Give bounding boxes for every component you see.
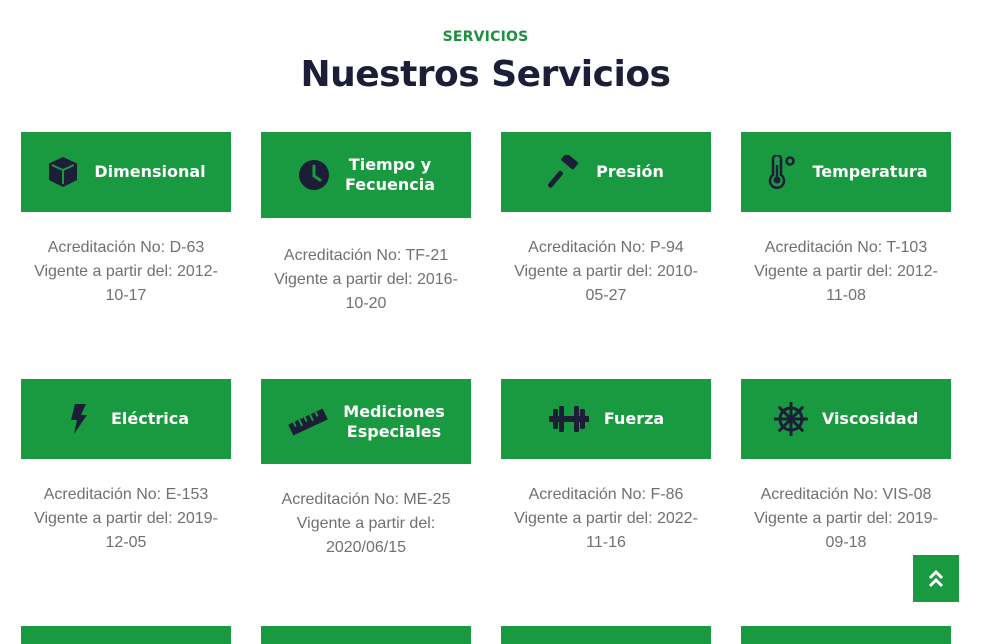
- service-label: Tiempo y Fecuencia: [344, 155, 435, 194]
- service-details: Acreditación No: F-86 Vigente a partir d…: [496, 483, 716, 555]
- valid-from-text: Vigente a partir del:: [296, 515, 436, 532]
- service-button-presion[interactable]: Presión: [501, 132, 711, 212]
- service-button-electrica[interactable]: Eléctrica: [21, 379, 231, 459]
- service-button-temperatura[interactable]: Temperatura: [741, 132, 951, 212]
- service-card-tiempo: Tiempo y Fecuencia Acreditación No: TF-21…: [261, 132, 471, 316]
- valid-from-text: 12-05: [105, 534, 147, 551]
- accreditation-text: Acreditación No: D-63: [47, 239, 205, 256]
- service-label: Presión: [596, 162, 664, 181]
- service-card-dimensional: Dimensional Acreditación No: D-63 Vigent…: [21, 132, 231, 308]
- clock-icon: [297, 158, 331, 192]
- accreditation-text: Acreditación No: T-103: [764, 239, 928, 256]
- service-card-electrica: Eléctrica Acreditación No: E-153 Vigente…: [21, 379, 231, 555]
- valid-from-text: 2020/06/15: [325, 539, 407, 556]
- valid-from-text: 09-18: [825, 534, 867, 551]
- service-details: Acreditación No: P-94 Vigente a partir d…: [496, 236, 716, 308]
- valid-from-text: 10-17: [105, 287, 147, 304]
- service-details: Acreditación No: TF-21 Vigente a partir …: [256, 244, 476, 316]
- service-card-partial[interactable]: [501, 626, 711, 644]
- bolt-icon: [63, 402, 97, 436]
- valid-from-text: Vigente a partir del: 2016-: [274, 271, 458, 288]
- section-eyebrow: SERVICIOS: [442, 29, 529, 45]
- accreditation-text: Acreditación No: E-153: [43, 486, 209, 503]
- service-label: Temperatura: [812, 162, 928, 181]
- thermometer-icon: [764, 155, 798, 189]
- service-button-fuerza[interactable]: Fuerza: [501, 379, 711, 459]
- valid-from-text: 10-20: [345, 295, 387, 312]
- service-card-presion: Presión Acreditación No: P-94 Vigente a …: [501, 132, 711, 308]
- service-label: Mediciones Especiales: [343, 401, 445, 441]
- scroll-to-top-button[interactable]: [913, 555, 959, 602]
- double-chevron-up-icon: [928, 569, 944, 587]
- valid-from-text: Vigente a partir del: 2012-: [754, 263, 938, 280]
- accreditation-text: Acreditación No: P-94: [528, 239, 684, 256]
- accreditation-text: Acreditación No: TF-21: [283, 247, 449, 264]
- service-card-partial[interactable]: [261, 626, 471, 644]
- service-details: Acreditación No: E-153 Vigente a partir …: [16, 483, 236, 555]
- service-label: Dimensional: [94, 162, 206, 181]
- service-card-partial[interactable]: [741, 626, 951, 644]
- valid-from-text: 11-08: [826, 287, 866, 304]
- accreditation-text: Acreditación No: ME-25: [281, 491, 451, 508]
- service-label: Fuerza: [603, 409, 665, 428]
- valid-from-text: 05-27: [585, 287, 627, 304]
- cube-icon: [46, 155, 80, 189]
- service-card-fuerza: Fuerza Acreditación No: F-86 Vigente a p…: [501, 379, 711, 555]
- service-button-dimensional[interactable]: Dimensional: [21, 132, 231, 212]
- accreditation-text: Acreditación No: VIS-08: [760, 486, 932, 503]
- section-title: Nuestros Servicios: [300, 54, 671, 95]
- valid-from-text: Vigente a partir del: 2012-: [34, 263, 218, 280]
- service-card-partial[interactable]: [21, 626, 231, 644]
- service-details: Acreditación No: VIS-08 Vigente a partir…: [736, 483, 956, 555]
- hammer-icon: [548, 155, 582, 189]
- valid-from-text: Vigente a partir del: 2022-: [514, 510, 698, 527]
- valid-from-text: Vigente a partir del: 2019-: [34, 510, 218, 527]
- service-details: Acreditación No: D-63 Vigente a partir d…: [16, 236, 236, 308]
- service-button-mediciones[interactable]: Mediciones Especiales: [261, 379, 471, 464]
- dumbbell-icon: [548, 402, 590, 436]
- service-label: Viscosidad: [821, 409, 919, 428]
- valid-from-text: Vigente a partir del: 2010-: [514, 263, 698, 280]
- service-card-temperatura: Temperatura Acreditación No: T-103 Vigen…: [741, 132, 951, 308]
- accreditation-text: Acreditación No: F-86: [528, 486, 684, 503]
- valid-from-text: Vigente a partir del: 2019-: [754, 510, 938, 527]
- service-button-viscosidad[interactable]: Viscosidad: [741, 379, 951, 459]
- service-button-tiempo[interactable]: Tiempo y Fecuencia: [261, 132, 471, 218]
- dharma-wheel-icon: [773, 402, 808, 436]
- service-label: Eléctrica: [110, 409, 190, 428]
- service-card-viscosidad: Viscosidad Acreditación No: VIS-08 Vigen…: [741, 379, 951, 555]
- ruler-icon: [287, 405, 329, 439]
- service-card-mediciones: Mediciones Especiales Acreditación No: ME…: [261, 379, 471, 560]
- valid-from-text: 11-16: [586, 534, 626, 551]
- service-details: Acreditación No: T-103 Vigente a partir …: [736, 236, 956, 308]
- service-details: Acreditación No: ME-25 Vigente a partir …: [256, 488, 476, 560]
